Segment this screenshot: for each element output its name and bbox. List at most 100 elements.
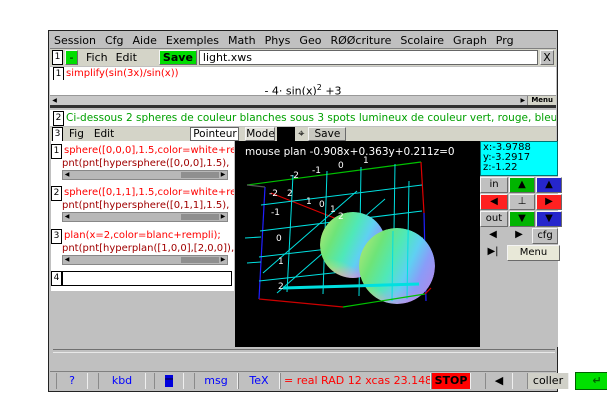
plot3d-controls: x:-3.9788 y:-3.2917 z:-1.22 in ▲ ▲ ◀ ⊥ ▶… xyxy=(480,141,558,347)
scroll-left-icon[interactable]: ◀ xyxy=(63,213,71,221)
menu-cfg[interactable]: Cfg xyxy=(105,34,124,47)
entry3-code[interactable]: plan(x=2,color=blanc+rempli); xyxy=(62,229,234,242)
msg-button[interactable]: msg xyxy=(194,373,238,389)
code-entry-4: 4 xyxy=(51,271,234,286)
step-forward-button[interactable]: ▶ xyxy=(507,228,531,242)
edit-cursor-icon[interactable] xyxy=(154,373,184,389)
scroll-right-icon[interactable]: ▶ xyxy=(219,213,227,221)
menu-aide[interactable]: Aide xyxy=(133,34,157,47)
bottom-divider xyxy=(53,349,555,353)
level2-row: 2 Ci-dessous 2 spheres de couleur blanch… xyxy=(50,110,556,126)
fich-menu[interactable]: Fich xyxy=(86,51,108,64)
filename-input[interactable]: light.xws xyxy=(199,50,538,65)
scroll-track[interactable] xyxy=(71,172,181,178)
edit-menu[interactable]: Edit xyxy=(116,51,137,64)
save-button[interactable]: Save xyxy=(159,50,197,65)
menu-exemples[interactable]: Exemples xyxy=(166,34,219,47)
session-index: 1 xyxy=(52,50,63,65)
rotate-left-button[interactable]: ◀ xyxy=(480,194,508,210)
menu-prg[interactable]: Prg xyxy=(496,34,514,47)
cfg-button[interactable]: cfg xyxy=(532,228,558,244)
svg-text:1: 1 xyxy=(363,156,369,166)
entry2-index[interactable]: 2 xyxy=(51,186,62,201)
entry4-index[interactable]: 4 xyxy=(51,271,62,286)
paste-button[interactable]: coller xyxy=(527,373,569,389)
rotate-down-green-button[interactable]: ▼ xyxy=(509,211,535,227)
skip-end-button[interactable]: ▶| xyxy=(480,245,506,259)
minimize-button[interactable]: - xyxy=(65,50,78,65)
enter-button[interactable]: ↵ xyxy=(575,372,607,390)
scroll-right-icon[interactable]: ▶ xyxy=(219,256,227,264)
fig-edit-menu[interactable]: Edit xyxy=(94,128,114,140)
entry1-code[interactable]: sphere([0,0,0],1.5,color=white+rem xyxy=(62,144,234,157)
kbd-button[interactable]: kbd xyxy=(98,373,146,389)
scroll-thumb[interactable] xyxy=(181,257,219,263)
step-back-button[interactable]: ◀ xyxy=(480,228,506,242)
entry2-code[interactable]: sphere([0,1,1],1.5,color=white+rem xyxy=(62,186,234,199)
level2-index[interactable]: 2 xyxy=(53,111,64,126)
entry2-pnt[interactable]: pnt(pnt[hypersphere([0,1,1],1.5), xyxy=(62,199,234,212)
level1-row: 1 simplify(sin(3x)/sin(x)) xyxy=(50,67,556,80)
xcas-window: Session Cfg Aide Exemples Math Phys Geo … xyxy=(48,30,558,392)
code-entry-2: 2 sphere([0,1,1],1.5,color=white+rem pnt… xyxy=(51,186,234,222)
back-arrow-button[interactable]: ◀ xyxy=(485,373,513,389)
entry2-scrollbar[interactable]: ◀ ▶ xyxy=(62,212,228,222)
menu-geo[interactable]: Geo xyxy=(299,34,321,47)
tex-button[interactable]: TeX xyxy=(238,373,280,389)
level1-input[interactable]: simplify(sin(3x)/sin(x)) xyxy=(64,67,179,80)
scroll-left-icon[interactable]: ◀ xyxy=(63,256,71,264)
scroll-track[interactable] xyxy=(71,214,181,220)
level3-content: 1 sphere([0,0,0],1.5,color=white+rem pnt… xyxy=(50,141,556,347)
menu-math[interactable]: Math xyxy=(228,34,256,47)
scroll-thumb[interactable] xyxy=(181,172,219,178)
svg-text:-1: -1 xyxy=(271,208,280,218)
entry3-index[interactable]: 3 xyxy=(51,229,62,244)
svg-text:-2: -2 xyxy=(290,171,299,181)
entry1-pnt[interactable]: pnt(pnt[hypersphere([0,0,0],1.5), xyxy=(62,157,234,170)
scroll-thumb[interactable] xyxy=(181,214,219,220)
entry3-pnt[interactable]: pnt(pnt[hyperplan([1,0,0],[2,0,0]), xyxy=(62,242,234,255)
rotate-down-blue-button[interactable]: ▼ xyxy=(536,211,562,227)
code-entry-1: 1 sphere([0,0,0],1.5,color=white+rem pnt… xyxy=(51,144,234,180)
svg-text:0: 0 xyxy=(319,200,325,210)
close-button[interactable]: X xyxy=(540,50,554,65)
level1-menu-button[interactable]: Menu xyxy=(527,96,556,105)
figure-save-button[interactable]: Save xyxy=(308,127,346,141)
rotate-right-button[interactable]: ▶ xyxy=(536,194,562,210)
zoom-out-button[interactable]: out xyxy=(480,211,508,227)
entry1-index[interactable]: 1 xyxy=(51,144,62,159)
svg-text:-2: -2 xyxy=(269,189,278,199)
entry3-scrollbar[interactable]: ◀ ▶ xyxy=(62,255,228,265)
plot3d-viewport[interactable]: mouse plan -0.908x+0.363y+0.211z=0 -2 -1… xyxy=(235,141,480,347)
menu-phys[interactable]: Phys xyxy=(265,34,291,47)
pointer-mode-field[interactable]: Pointeur xyxy=(190,127,239,141)
mode-button[interactable]: Mode xyxy=(245,127,275,141)
scroll-left-icon[interactable]: ◀ xyxy=(63,171,71,179)
entry1-scrollbar[interactable]: ◀ ▶ xyxy=(62,170,228,180)
svg-text:0: 0 xyxy=(338,161,344,171)
entry4-input[interactable] xyxy=(62,271,232,286)
level1-scrollbar[interactable]: ◀ ▶ Menu xyxy=(50,95,556,105)
help-button[interactable]: ? xyxy=(56,373,88,389)
menu-session[interactable]: Session xyxy=(54,34,96,47)
engine-status[interactable]: = real RAD 12 xcas 23.148M xyxy=(280,373,431,389)
scroll-track[interactable] xyxy=(71,257,181,263)
scroll-left-icon[interactable]: ◀ xyxy=(50,96,59,105)
zoom-in-button[interactable]: in xyxy=(480,177,508,193)
level3-index[interactable]: 3 xyxy=(52,127,63,142)
rotate-up-green-button[interactable]: ▲ xyxy=(509,177,535,193)
mode-indicator xyxy=(277,127,295,141)
stop-button[interactable]: STOP xyxy=(431,373,471,389)
menu-graph[interactable]: Graph xyxy=(453,34,487,47)
scroll-right-icon[interactable]: ▶ xyxy=(219,171,227,179)
ortho-view-button[interactable]: ⊥ xyxy=(509,194,535,210)
plot-menu-button[interactable]: Menu xyxy=(507,245,560,261)
level2-comment[interactable]: Ci-dessous 2 spheres de couleur blanches… xyxy=(64,112,556,124)
scroll-right-icon[interactable]: ▶ xyxy=(518,96,527,105)
fig-menu[interactable]: Fig xyxy=(69,128,84,140)
menu-reecriture[interactable]: RØØcriture xyxy=(330,34,391,47)
rotate-up-blue-button[interactable]: ▲ xyxy=(536,177,562,193)
plot3d-scene: mouse plan -0.908x+0.363y+0.211z=0 -2 -1… xyxy=(235,141,480,347)
status-bar: ? kbd msg TeX = real RAD 12 xcas 23.148M… xyxy=(50,371,556,390)
menu-scolaire[interactable]: Scolaire xyxy=(400,34,444,47)
